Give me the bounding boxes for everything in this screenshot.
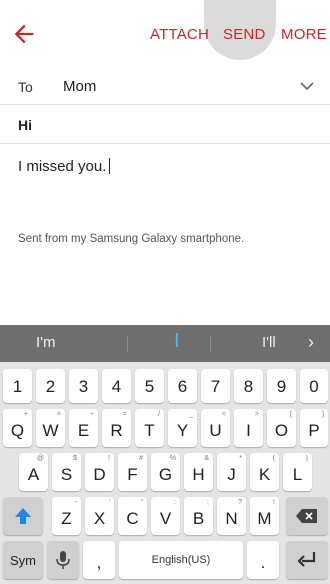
signature: Sent from my Samsung Galaxy smartphone. [18,233,245,245]
key-1[interactable]: 1 [3,369,32,403]
key-8[interactable]: 8 [234,369,263,403]
key-0[interactable]: 0 [300,369,328,403]
key-m[interactable]: ! M [250,497,279,535]
key-a[interactable]: @ A [19,453,48,491]
key-z[interactable]: -Z [52,497,81,535]
key-s[interactable]: $ S [52,453,81,491]
subject-field[interactable]: Hi [18,117,32,133]
key-d[interactable]: ! D [85,453,114,491]
to-label: To [18,79,33,95]
attach-button[interactable]: ATTACH [150,26,209,43]
message-body[interactable]: I missed you. [18,158,111,175]
key-t[interactable]: / T [135,409,164,447]
key-f[interactable]: # F [118,453,147,491]
key-h[interactable]: & H [184,453,213,491]
suggestion-2[interactable]: I [174,330,180,353]
key-o[interactable]: [O [267,409,296,447]
mic-key[interactable] [47,541,79,579]
send-button[interactable]: SEND [223,26,265,43]
enter-icon [297,552,316,567]
sym-key[interactable]: Sym [3,541,43,579]
recipient-field[interactable]: Mom [63,78,96,95]
comma-key[interactable]: , [83,541,115,579]
key-9[interactable]: 9 [267,369,296,403]
key-u[interactable]: < U [201,409,230,447]
keyboard: I'm I I'll › 1 2 3 4 5 6 7 8 9 0 + Q × W ÷… [0,325,330,584]
key-4[interactable]: 4 [102,369,131,403]
space-key[interactable]: English(US) [119,541,243,579]
chevron-down-icon[interactable] [300,81,314,91]
suggestion-1[interactable]: I'm [36,334,56,351]
text-cursor [109,158,111,174]
key-5[interactable]: 5 [135,369,164,403]
key-g[interactable]: % G [151,453,180,491]
key-b[interactable]: ; B [184,497,213,535]
backspace-key[interactable] [286,497,328,535]
key-q[interactable]: + Q [3,409,32,447]
key-y[interactable]: _ Y [168,409,197,447]
suggestion-divider [127,336,128,352]
suggestion-divider [210,336,211,352]
key-3[interactable]: 3 [69,369,98,403]
key-w[interactable]: × W [36,409,65,447]
back-arrow-icon[interactable] [10,20,38,48]
period-key[interactable]: . [247,541,279,579]
key-k[interactable]: (K [250,453,279,491]
shift-arrow-icon [15,508,31,524]
key-7[interactable]: 7 [201,369,230,403]
key-j[interactable]: * J [217,453,246,491]
microphone-icon [56,551,70,569]
app-toolbar: ATTACH SEND MORE [0,0,330,68]
key-x[interactable]: ' X [85,497,114,535]
key-i[interactable]: > I [234,409,263,447]
key-v[interactable]: :V [151,497,180,535]
key-6[interactable]: 6 [168,369,197,403]
key-p[interactable]: ] P [300,409,328,447]
key-e[interactable]: ÷ E [69,409,98,447]
enter-key[interactable] [286,541,328,579]
body-text: I missed you. [18,158,107,175]
key-2[interactable]: 2 [36,369,65,403]
suggestion-3[interactable]: I'll [262,334,276,351]
suggestion-bar: I'm I I'll › [0,325,330,362]
backspace-icon [296,509,317,523]
key-l[interactable]: ) L [283,453,312,491]
subject-row[interactable]: Hi [0,105,330,144]
key-r[interactable]: = R [102,409,131,447]
more-button[interactable]: MORE [281,26,327,43]
shift-key[interactable] [3,497,43,535]
key-c[interactable]: " C [118,497,147,535]
recipient-row[interactable]: To Mom [0,68,330,105]
key-n[interactable]: ? N [217,497,246,535]
chevron-right-icon[interactable]: › [308,332,314,353]
